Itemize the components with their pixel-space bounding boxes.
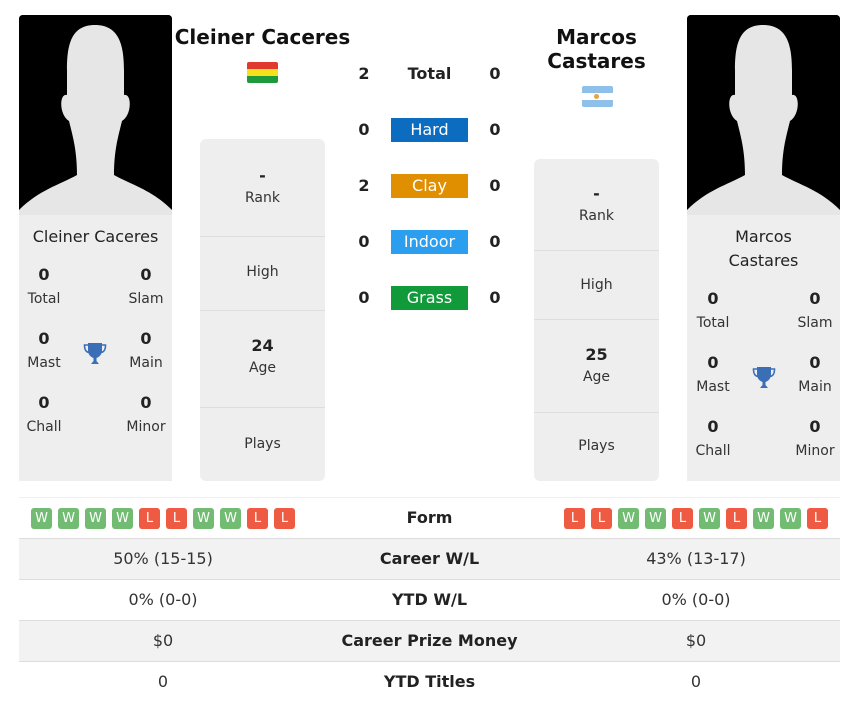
form-badge-loss[interactable]: L xyxy=(274,507,295,529)
career-wl-left: 50% (15-15) xyxy=(113,549,213,568)
high-cell-left: High xyxy=(200,237,325,311)
surface-badge-grass[interactable]: Grass xyxy=(391,286,468,310)
surface-row-hard: 0 Hard 0 xyxy=(340,118,520,142)
player-name-left[interactable]: Cleiner Caceres xyxy=(172,25,353,49)
player-card-right: Marcos Castares 0 Total 0 Slam 0 Mast 0 … xyxy=(687,215,840,481)
prize-money-label: Career Prize Money xyxy=(341,631,518,650)
rank-cell-right: - Rank xyxy=(534,159,659,251)
ytd-titles-right: 0 xyxy=(690,672,702,691)
rank-cell-left: - Rank xyxy=(200,139,325,237)
silhouette-icon xyxy=(19,15,172,215)
player-card-left: Cleiner Caceres 0 Total 0 Slam 0 Mast 0 … xyxy=(19,215,172,481)
form-badge-loss[interactable]: L xyxy=(166,507,187,529)
prize-money-right: $0 xyxy=(685,631,707,650)
age-cell-left: 24 Age xyxy=(200,311,325,408)
form-badge-win[interactable]: W xyxy=(85,507,106,529)
titles-mast-left: 0 Mast xyxy=(27,329,61,371)
high-cell-right: High xyxy=(534,251,659,320)
player-name-right[interactable]: Marcos Castares xyxy=(520,25,673,73)
form-badge-win[interactable]: W xyxy=(112,507,133,529)
comparison-table: WWWWLLWWLL Form LLWWLWLWWL 50% (15-15) C… xyxy=(19,497,840,702)
titles-minor-right: 0 Minor xyxy=(795,417,835,459)
surface-row-grass: 0 Grass 0 xyxy=(340,286,520,310)
bolivia-flag-icon xyxy=(247,62,278,83)
plays-cell-left: Plays xyxy=(244,436,281,452)
argentina-flag-icon xyxy=(582,86,613,107)
trophy-icon xyxy=(752,365,776,395)
table-row: 0% (0-0) YTD W/L 0% (0-0) xyxy=(19,580,840,621)
form-badge-win[interactable]: W xyxy=(699,507,720,529)
ytd-wl-left: 0% (0-0) xyxy=(128,590,198,609)
form-badge-win[interactable]: W xyxy=(645,507,666,529)
form-badge-win[interactable]: W xyxy=(193,507,214,529)
career-wl-right: 43% (13-17) xyxy=(646,549,746,568)
form-badge-win[interactable]: W xyxy=(31,507,52,529)
form-row: WWWWLLWWLL Form LLWWLWLWWL xyxy=(19,498,840,539)
titles-slam-left: 0 Slam xyxy=(128,265,164,307)
table-row: 0 YTD Titles 0 xyxy=(19,662,840,702)
titles-main-right: 0 Main xyxy=(798,353,832,395)
form-label: Form xyxy=(406,508,453,527)
titles-total-left: 0 Total xyxy=(27,265,61,307)
titles-total-right: 0 Total xyxy=(696,289,730,331)
form-badge-loss[interactable]: L xyxy=(672,507,693,529)
form-badge-win[interactable]: W xyxy=(753,507,774,529)
table-row: $0 Career Prize Money $0 xyxy=(19,621,840,662)
ytd-titles-label: YTD Titles xyxy=(383,672,476,691)
surface-row-clay: 2 Clay 0 xyxy=(340,174,520,198)
form-badge-loss[interactable]: L xyxy=(726,507,747,529)
form-badge-loss[interactable]: L xyxy=(591,507,612,529)
form-badge-loss[interactable]: L xyxy=(807,507,828,529)
ytd-wl-label: YTD W/L xyxy=(391,590,468,609)
form-badge-win[interactable]: W xyxy=(220,507,241,529)
surface-badge-clay[interactable]: Clay xyxy=(391,174,468,198)
player-card-name-left: Cleiner Caceres xyxy=(32,227,159,246)
surface-row-total: 2 Total 0 xyxy=(358,64,501,83)
player-info-left: - Rank High 24 Age Plays xyxy=(200,139,325,481)
titles-slam-right: 0 Slam xyxy=(797,289,833,331)
prize-money-left: $0 xyxy=(152,631,174,650)
form-badge-loss[interactable]: L xyxy=(564,507,585,529)
silhouette-icon xyxy=(687,15,840,215)
titles-chall-left: 0 Chall xyxy=(26,393,62,435)
titles-main-left: 0 Main xyxy=(129,329,163,371)
career-wl-label: Career W/L xyxy=(379,549,480,568)
form-badge-win[interactable]: W xyxy=(58,507,79,529)
trophy-icon xyxy=(83,341,107,371)
plays-cell-right: Plays xyxy=(578,438,615,454)
form-left: WWWWLLWWLL xyxy=(19,498,307,538)
surface-badge-indoor[interactable]: Indoor xyxy=(391,230,468,254)
ytd-titles-left: 0 xyxy=(157,672,169,691)
table-row: 50% (15-15) Career W/L 43% (13-17) xyxy=(19,539,840,580)
age-cell-right: 25 Age xyxy=(534,320,659,413)
player-photo-right xyxy=(687,15,840,215)
form-badge-loss[interactable]: L xyxy=(139,507,160,529)
form-badge-win[interactable]: W xyxy=(780,507,801,529)
player-info-right: - Rank High 25 Age Plays xyxy=(534,159,659,481)
titles-minor-left: 0 Minor xyxy=(126,393,166,435)
surface-badge-hard[interactable]: Hard xyxy=(391,118,468,142)
player-photo-left xyxy=(19,15,172,215)
surface-row-indoor: 0 Indoor 0 xyxy=(340,230,520,254)
player-card-name-right: Marcos Castares xyxy=(728,227,799,270)
form-badge-loss[interactable]: L xyxy=(247,507,268,529)
form-badge-win[interactable]: W xyxy=(618,507,639,529)
titles-chall-right: 0 Chall xyxy=(695,417,731,459)
form-right: LLWWLWLWWL xyxy=(552,498,840,538)
ytd-wl-right: 0% (0-0) xyxy=(661,590,731,609)
titles-mast-right: 0 Mast xyxy=(696,353,730,395)
